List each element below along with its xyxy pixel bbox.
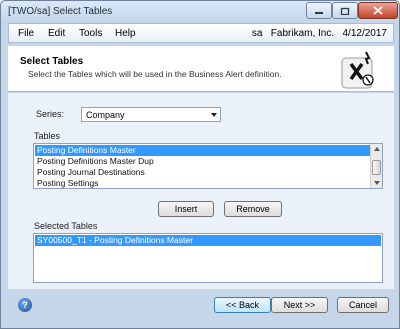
selected-tables-list[interactable]: SY00500_T1 - Posting Definitions Master [33, 233, 383, 283]
insert-button[interactable]: Insert [158, 201, 214, 217]
page-subtitle: Select the Tables which will be used in … [28, 69, 282, 79]
page-title: Select Tables [20, 56, 84, 67]
selected-tables-label: Selected Tables [34, 221, 98, 231]
selected-table-item[interactable]: SY00500_T1 - Posting Definitions Master [35, 235, 381, 246]
maximize-icon [340, 7, 350, 15]
table-list-item[interactable]: Posting Journal Destinations [35, 167, 370, 178]
session-info: sa Fabrikam, Inc. 4/12/2017 [252, 28, 387, 39]
series-value: Company [86, 110, 125, 120]
user-date: 4/12/2017 [342, 28, 388, 39]
table-list-item[interactable]: Posting Definitions Master [35, 145, 370, 156]
back-button[interactable]: << Back [214, 297, 271, 313]
user-name: sa [251, 28, 263, 39]
tables-label: Tables [34, 131, 61, 141]
menu-bar: File Edit Tools Help sa Fabrikam, Inc. 4… [8, 23, 394, 43]
help-icon[interactable]: ? [18, 298, 32, 312]
menu-help[interactable]: Help [115, 28, 136, 39]
business-alert-icon [341, 51, 374, 89]
tables-scrollbar[interactable] [370, 144, 382, 188]
minimize-button[interactable] [306, 2, 332, 19]
close-icon [373, 6, 383, 15]
chevron-down-icon [211, 113, 217, 117]
tables-list[interactable]: Posting Definitions Master Posting Defini… [33, 143, 383, 189]
cancel-button[interactable]: Cancel [337, 297, 389, 313]
menu-tools[interactable]: Tools [79, 28, 102, 39]
body-panel: Series: Company Tables Posting Definitio… [8, 93, 394, 289]
footer-bar: ? << Back Next >> Cancel [8, 289, 394, 324]
scroll-thumb[interactable] [372, 160, 381, 175]
series-label: Series: [36, 109, 65, 119]
dialog-window: [TWO/sa] Select Tables File Edit Tools H… [0, 0, 400, 329]
window-title: [TWO/sa] Select Tables [8, 6, 113, 17]
table-list-item[interactable]: Posting Definitions Master Dup [35, 156, 370, 167]
remove-button[interactable]: Remove [224, 201, 282, 217]
close-button[interactable] [358, 2, 398, 19]
scroll-up-icon[interactable] [374, 147, 380, 151]
table-list-item[interactable]: Posting Settings [35, 178, 370, 188]
series-dropdown[interactable]: Company [81, 107, 221, 122]
header-panel: Select Tables Select the Tables which wi… [8, 46, 394, 92]
title-bar[interactable]: [TWO/sa] Select Tables [1, 1, 399, 23]
next-button[interactable]: Next >> [271, 297, 328, 313]
minimize-icon [315, 11, 323, 14]
menu-file[interactable]: File [18, 28, 34, 39]
maximize-button[interactable] [332, 2, 358, 19]
company-name: Fabrikam, Inc. [270, 28, 335, 39]
menu-edit[interactable]: Edit [48, 28, 65, 39]
scroll-down-icon[interactable] [374, 181, 380, 185]
